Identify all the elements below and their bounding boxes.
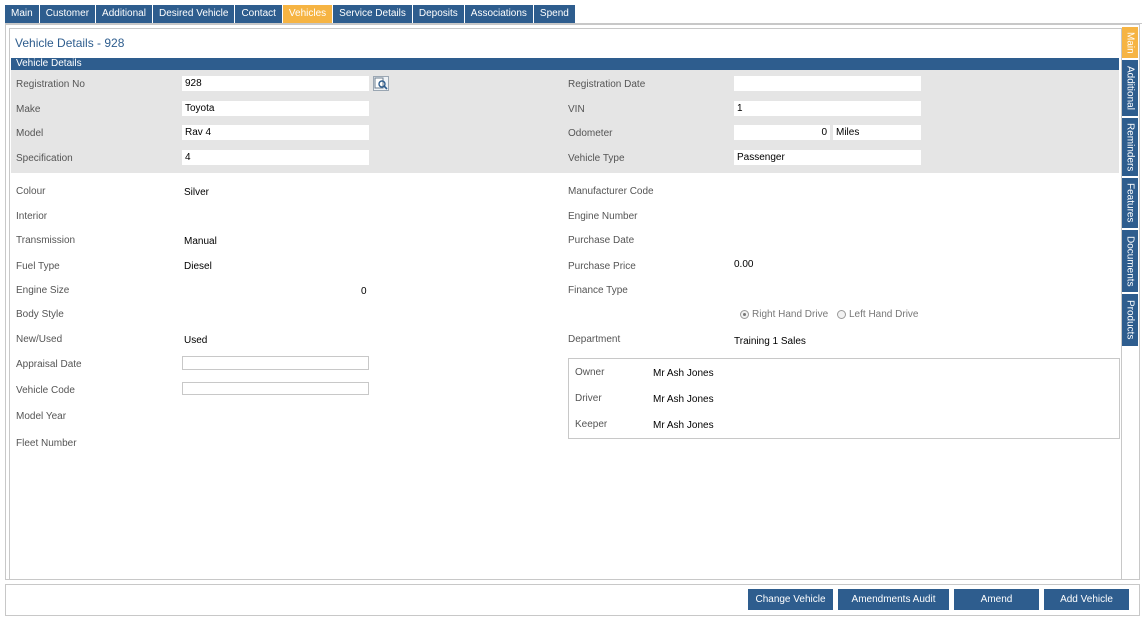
finance-type-label: Finance Type — [568, 285, 628, 296]
appraisal-date-label: Appraisal Date — [16, 359, 82, 370]
radio-selected-icon — [740, 310, 749, 319]
department-value: Training 1 Sales — [734, 336, 806, 347]
right-hand-drive-radio[interactable]: Right Hand Drive — [740, 309, 828, 320]
vehicle-type-input[interactable]: Passenger — [734, 150, 921, 165]
engine-size-value: 0 — [361, 286, 367, 297]
owner-value[interactable]: Mr Ash Jones — [653, 368, 714, 379]
tab-desired-vehicle[interactable]: Desired Vehicle — [152, 5, 235, 23]
amendments-audit-button[interactable]: Amendments Audit — [838, 589, 949, 610]
engine-size-label: Engine Size — [16, 285, 70, 296]
tab-spend[interactable]: Spend — [533, 5, 575, 23]
interior-label: Interior — [16, 211, 48, 222]
transmission-value: Manual — [184, 236, 217, 247]
owner-label: Owner — [575, 367, 605, 378]
purchase-price-value: 0.00 — [734, 259, 754, 270]
registration-no-label: Registration No — [16, 79, 85, 90]
tab-service-details[interactable]: Service Details — [333, 5, 412, 23]
vehicle-code-label: Vehicle Code — [16, 385, 75, 396]
vehicle-type-label: Vehicle Type — [568, 153, 625, 164]
driver-label: Driver — [575, 393, 602, 404]
transmission-label: Transmission — [16, 235, 76, 246]
odometer-label: Odometer — [568, 128, 613, 139]
key-details-band — [11, 70, 1119, 173]
body-style-label: Body Style — [16, 309, 64, 320]
add-vehicle-button[interactable]: Add Vehicle — [1044, 589, 1129, 610]
tab-additional[interactable]: Additional — [96, 5, 152, 23]
colour-value: Silver — [184, 187, 210, 198]
purchase-price-label: Purchase Price — [568, 261, 636, 272]
left-hand-drive-radio[interactable]: Left Hand Drive — [837, 309, 918, 320]
model-input[interactable]: Rav 4 — [182, 125, 369, 140]
appraisal-date-input[interactable] — [182, 356, 369, 370]
specification-input[interactable]: 4 — [182, 150, 369, 165]
top-tab-bar: Main Customer Additional Desired Vehicle… — [5, 5, 576, 23]
colour-label: Colour — [16, 186, 46, 197]
left-hand-drive-label: Left Hand Drive — [849, 309, 919, 320]
tab-associations[interactable]: Associations — [464, 5, 533, 23]
specification-label: Specification — [16, 153, 73, 164]
amend-button[interactable]: Amend — [954, 589, 1039, 610]
vehicle-code-input[interactable] — [182, 382, 369, 395]
model-label: Model — [16, 128, 44, 139]
side-tab-reminders[interactable]: Reminders — [1122, 118, 1138, 176]
tab-main[interactable]: Main — [5, 5, 39, 23]
odometer-unit[interactable]: Miles — [833, 125, 921, 140]
vin-input[interactable]: 1 — [734, 101, 921, 116]
registration-no-input[interactable]: 928 — [182, 76, 369, 91]
fuel-type-label: Fuel Type — [16, 261, 60, 272]
fuel-type-value: Diesel — [184, 261, 212, 272]
keeper-label: Keeper — [575, 419, 608, 430]
purchase-date-label: Purchase Date — [568, 235, 635, 246]
tab-deposits[interactable]: Deposits — [412, 5, 464, 23]
new-used-value: Used — [184, 335, 208, 346]
make-input[interactable]: Toyota — [182, 101, 369, 116]
new-used-label: New/Used — [16, 334, 63, 345]
registration-date-label: Registration Date — [568, 79, 646, 90]
department-label: Department — [568, 334, 621, 345]
registration-date-input[interactable] — [734, 76, 921, 91]
tab-vehicles[interactable]: Vehicles — [282, 5, 333, 23]
radio-unselected-icon — [837, 310, 846, 319]
page-title: Vehicle Details - 928 — [15, 36, 125, 50]
model-year-label: Model Year — [16, 411, 67, 422]
odometer-input[interactable]: 0 — [734, 125, 830, 140]
side-tab-features[interactable]: Features — [1122, 178, 1138, 228]
vin-label: VIN — [568, 104, 585, 115]
tab-customer[interactable]: Customer — [39, 5, 96, 23]
side-tab-additional[interactable]: Additional — [1122, 60, 1138, 116]
manufacturer-code-label: Manufacturer Code — [568, 186, 654, 197]
fleet-number-label: Fleet Number — [16, 438, 77, 449]
keeper-value[interactable]: Mr Ash Jones — [653, 420, 714, 431]
section-header: Vehicle Details — [11, 58, 1119, 70]
side-tab-products[interactable]: Products — [1122, 294, 1138, 346]
right-hand-drive-label: Right Hand Drive — [752, 309, 829, 320]
tab-contact[interactable]: Contact — [235, 5, 282, 23]
side-tab-main[interactable]: Main — [1122, 27, 1138, 58]
change-vehicle-button[interactable]: Change Vehicle — [748, 589, 833, 610]
engine-number-label: Engine Number — [568, 211, 638, 222]
side-tab-documents[interactable]: Documents — [1122, 230, 1138, 292]
make-label: Make — [16, 104, 41, 115]
lookup-icon[interactable] — [373, 76, 389, 91]
driver-value[interactable]: Mr Ash Jones — [653, 394, 714, 405]
owner-driver-keeper-box — [568, 358, 1120, 439]
